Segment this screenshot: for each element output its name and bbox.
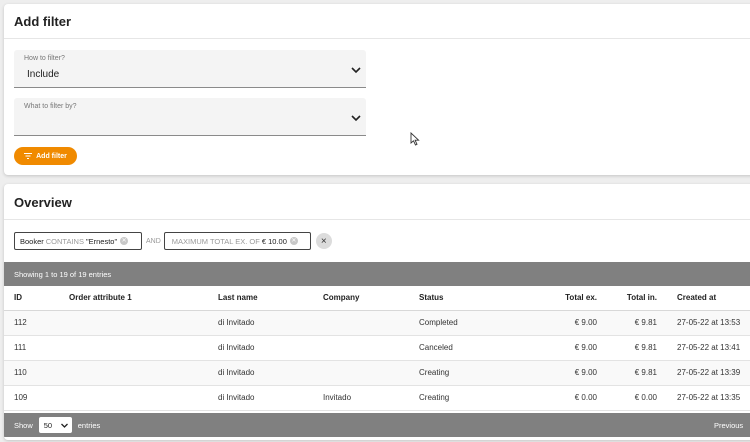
cell-created-at: 27-05-22 at 13:35 <box>657 385 750 411</box>
add-filter-button[interactable]: Add filter <box>14 147 77 165</box>
cell-total-in: € 9.81 <box>597 360 657 386</box>
add-filter-title: Add filter <box>4 4 750 39</box>
table-row[interactable]: 111 di Invitado Canceled € 9.00 € 9.81 2… <box>4 335 750 361</box>
chevron-down-icon <box>60 423 68 428</box>
col-status[interactable]: Status <box>419 286 520 311</box>
entries-info-bar: Showing 1 to 19 of 19 entries <box>4 262 750 286</box>
cell-id: 112 <box>4 310 59 336</box>
cell-last-name: di Invitado <box>218 310 323 336</box>
table-row[interactable]: 109 di Invitado Invitado Creating € 0.00… <box>4 385 750 411</box>
cell-total-ex: € 9.00 <box>520 310 597 336</box>
filter-chip-booker[interactable]: Booker CONTAINS "Ernesto" ✕ <box>14 232 142 250</box>
active-filters: Booker CONTAINS "Ernesto" ✕ AND MAXIMUM … <box>14 232 332 250</box>
table-row[interactable]: 110 di Invitado Creating € 9.00 € 9.81 2… <box>4 360 750 386</box>
cell-company <box>323 335 419 361</box>
col-id[interactable]: ID <box>4 286 59 311</box>
cell-last-name: di Invitado <box>218 360 323 386</box>
chevron-down-icon <box>351 115 361 122</box>
cell-id: 109 <box>4 385 59 411</box>
cell-created-at: 27-05-22 at 13:39 <box>657 360 750 386</box>
cell-status: Completed <box>419 310 520 336</box>
showing-entries-text: Showing 1 to 19 of 19 entries <box>14 270 112 279</box>
cell-status: Creating <box>419 360 520 386</box>
cell-total-ex: € 0.00 <box>520 385 597 411</box>
chip-operator: CONTAINS <box>45 236 84 246</box>
orders-table: ID Order attribute 1 Last name Company S… <box>4 286 750 411</box>
how-to-filter-label: How to filter? <box>24 55 65 62</box>
cell-total-in: € 9.81 <box>597 310 657 336</box>
cell-company: Invitado <box>323 385 419 411</box>
remove-chip-icon[interactable]: ✕ <box>120 237 129 245</box>
page-size-select[interactable]: 50 <box>38 417 72 433</box>
cell-total-ex: € 9.00 <box>520 335 597 361</box>
chip-value: "Ernesto" <box>85 236 118 246</box>
chip-field: Booker <box>20 236 44 246</box>
cell-order-attribute <box>59 385 218 411</box>
table-footer: Show 50 entries Previous <box>4 413 750 437</box>
chevron-down-icon <box>351 67 361 74</box>
cell-id: 111 <box>4 335 59 361</box>
add-filter-panel: Add filter How to filter? Include What t… <box>4 4 750 175</box>
cell-total-in: € 9.81 <box>597 335 657 361</box>
cell-order-attribute <box>59 335 218 361</box>
show-label: Show <box>14 420 33 430</box>
filter-chip-max-total[interactable]: MAXIMUM TOTAL EX. OF € 10.00 ✕ <box>163 232 311 250</box>
table-header-row: ID Order attribute 1 Last name Company S… <box>4 286 750 311</box>
cell-status: Canceled <box>419 335 520 361</box>
add-filter-label: Add filter <box>36 152 67 160</box>
cell-created-at: 27-05-22 at 13:53 <box>657 310 750 336</box>
chip-value: € 10.00 <box>261 236 287 246</box>
cell-order-attribute <box>59 360 218 386</box>
cell-status: Creating <box>419 385 520 411</box>
overview-panel: Overview Booker CONTAINS "Ernesto" ✕ AND… <box>4 184 750 440</box>
filter-icon <box>24 153 33 159</box>
cell-id: 110 <box>4 360 59 386</box>
entries-label: entries <box>77 420 101 430</box>
col-last-name[interactable]: Last name <box>218 286 323 311</box>
what-to-filter-label: What to filter by? <box>24 103 77 110</box>
previous-page-button[interactable]: Previous <box>714 421 743 430</box>
col-company[interactable]: Company <box>323 286 419 311</box>
col-total-in[interactable]: Total in. <box>597 286 657 311</box>
cell-total-in: € 0.00 <box>597 385 657 411</box>
table-row[interactable]: 112 di Invitado Completed € 9.00 € 9.81 … <box>4 310 750 336</box>
cell-company <box>323 360 419 386</box>
clear-filters-button[interactable]: × <box>315 233 332 249</box>
how-to-filter-select[interactable]: How to filter? Include <box>14 50 366 88</box>
cell-last-name: di Invitado <box>218 385 323 411</box>
cell-company <box>323 310 419 336</box>
mouse-cursor-icon <box>410 132 420 146</box>
col-total-ex[interactable]: Total ex. <box>520 286 597 311</box>
col-created-at[interactable]: Created at <box>657 286 750 311</box>
what-to-filter-select[interactable]: What to filter by? <box>14 98 366 136</box>
remove-chip-icon[interactable]: ✕ <box>289 237 298 245</box>
overview-title: Overview <box>4 184 750 220</box>
how-to-filter-value: Include <box>27 69 60 80</box>
chip-operator: MAXIMUM TOTAL EX. OF <box>171 236 260 246</box>
page-size-value: 50 <box>43 420 53 430</box>
col-order-attribute[interactable]: Order attribute 1 <box>59 286 218 311</box>
cell-total-ex: € 9.00 <box>520 360 597 386</box>
and-label: AND <box>146 237 161 245</box>
close-icon: × <box>320 235 327 247</box>
cell-created-at: 27-05-22 at 13:41 <box>657 335 750 361</box>
cell-last-name: di Invitado <box>218 335 323 361</box>
cell-order-attribute <box>59 310 218 336</box>
